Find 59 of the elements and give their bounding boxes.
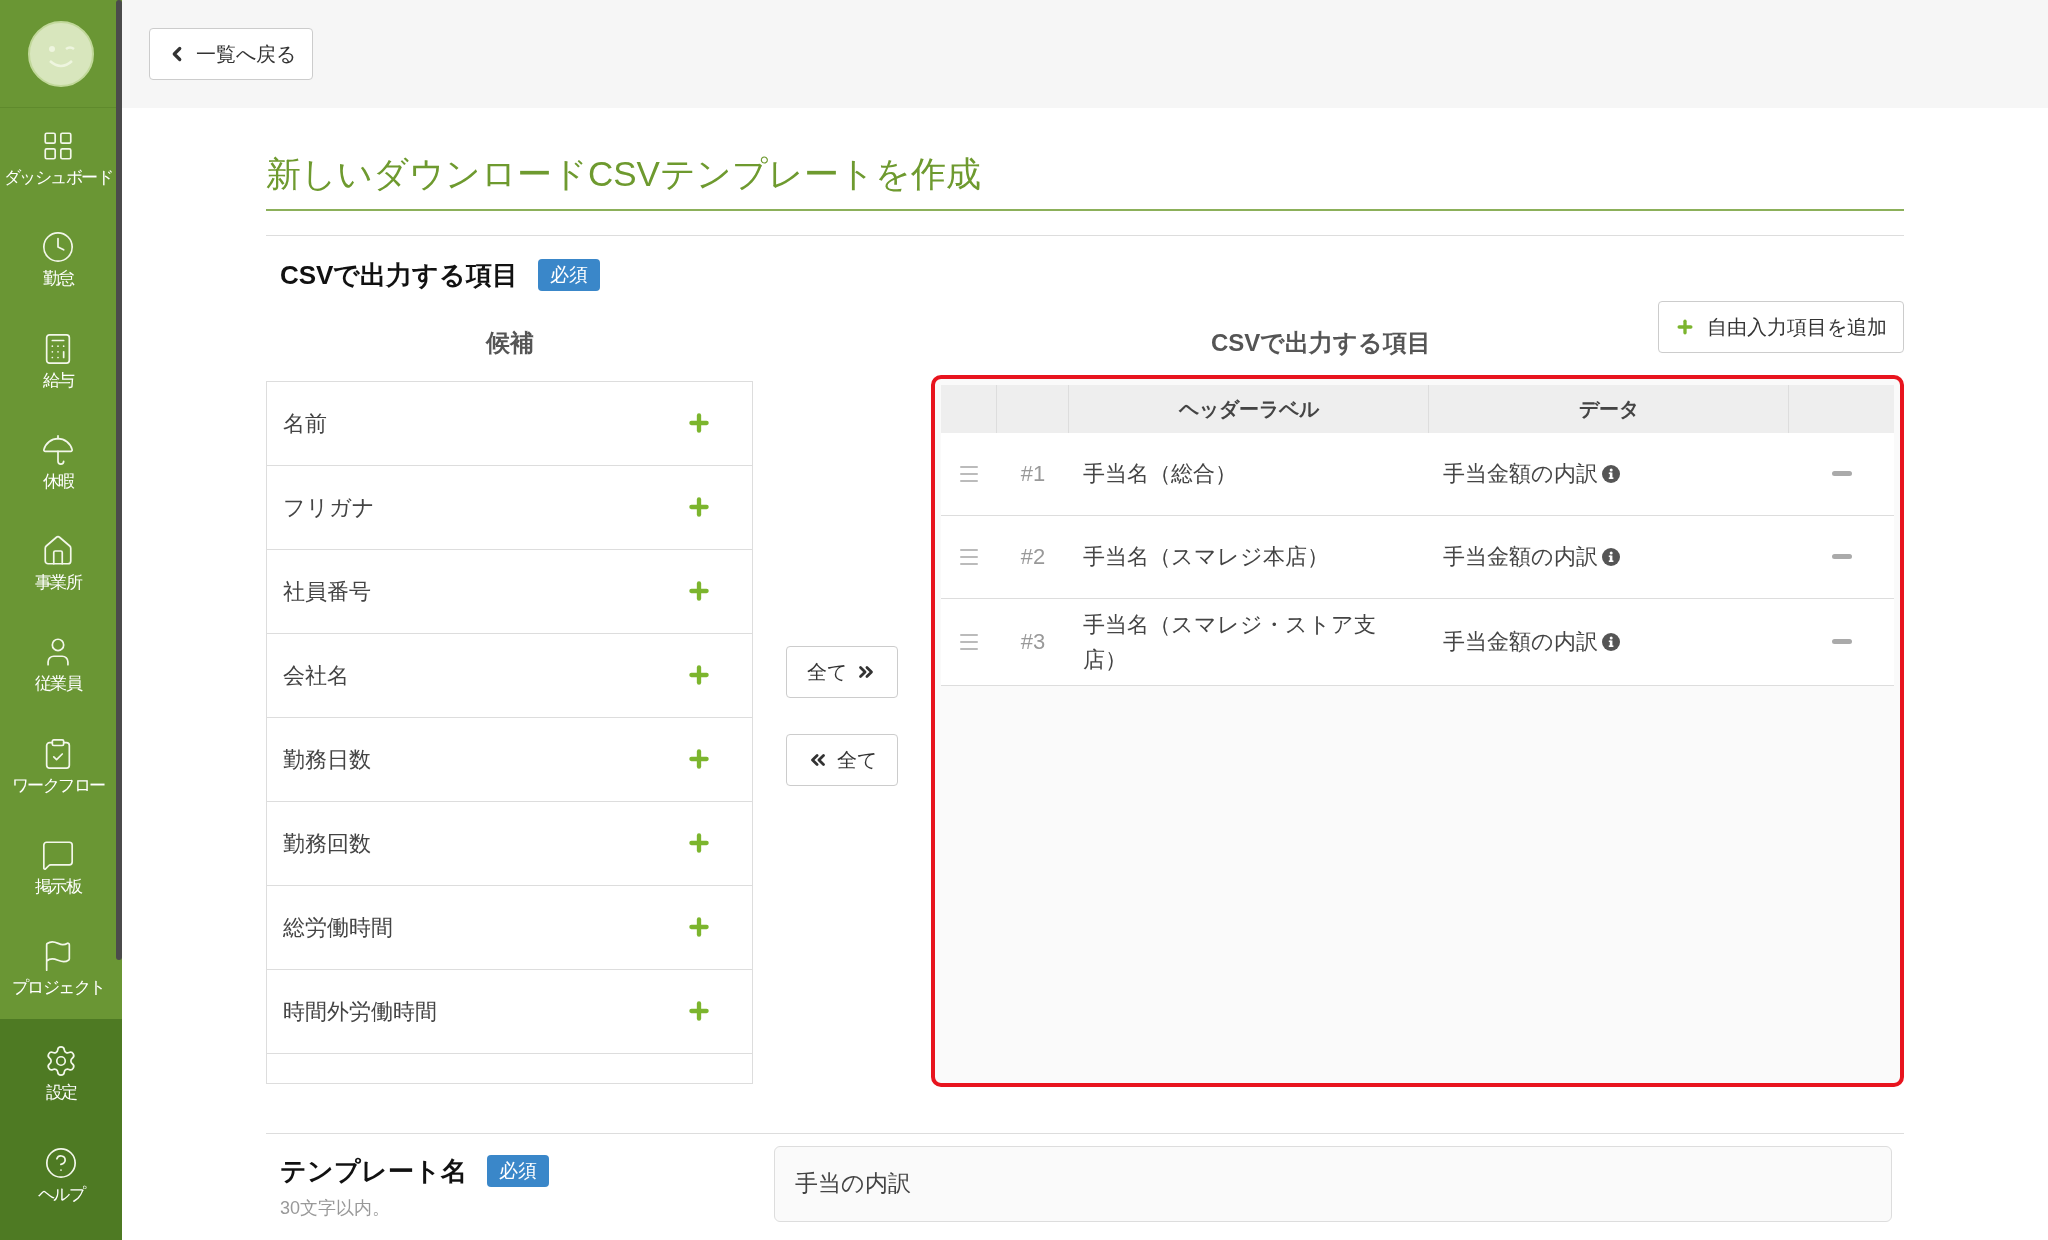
remove-icon[interactable] [1831, 639, 1852, 645]
section-heading: CSVで出力する項目 [280, 258, 519, 292]
sidebar-item[interactable]: ヘルプ [0, 1124, 122, 1226]
data-value: 手当金額の内訳 [1443, 543, 1598, 571]
remove-all-button[interactable]: 全て [786, 733, 898, 786]
plus-icon[interactable] [686, 998, 712, 1024]
info-icon [1602, 464, 1620, 483]
plus-icon[interactable] [686, 662, 712, 688]
column-header: ヘッダーラベル [1069, 384, 1429, 433]
data-value: 手当金額の内訳 [1443, 460, 1598, 488]
info-icon [1602, 632, 1620, 651]
data-value: 手当金額の内訳 [1443, 628, 1598, 657]
help-icon [44, 1145, 78, 1180]
candidates-heading: 候補 [484, 327, 535, 358]
umbrella-icon [41, 432, 75, 467]
row-number: #1 [1020, 460, 1046, 488]
header-label: 手当名（スマレジ本店） [1083, 543, 1329, 569]
output-row[interactable]: #2 手当名（スマレジ本店） 手当金額の内訳 [941, 515, 1894, 599]
row-number: #2 [1020, 543, 1046, 571]
add-custom-item-button[interactable]: 自由入力項目を追加 [1658, 300, 1904, 353]
field-hint: 30文字以内。 [280, 1196, 392, 1220]
back-button[interactable]: 一覧へ戻る [149, 28, 313, 80]
output-row[interactable]: #1 手当名（総合） 手当金額の内訳 [941, 432, 1894, 516]
sidebar-item[interactable]: 設定 [0, 1023, 122, 1125]
header-label: 手当名（総合） [1083, 460, 1237, 486]
required-badge: 必須 [487, 1154, 549, 1188]
plus-icon[interactable] [686, 410, 712, 436]
remove-icon[interactable] [1831, 554, 1852, 559]
required-badge: 必須 [538, 258, 601, 292]
settings-icon [44, 1044, 78, 1079]
candidate-item[interactable]: 名前 [267, 381, 752, 466]
output-row[interactable]: #3 手当名（スマレジ・ストア支店） 手当金額の内訳 [941, 598, 1894, 686]
logo-icon [28, 20, 94, 87]
plus-icon[interactable] [686, 494, 712, 520]
page-title: 新しいダウンロードCSVテンプレートを作成 [266, 148, 1904, 211]
remove-icon[interactable] [1831, 471, 1852, 476]
grid-icon [41, 129, 75, 163]
plus-icon[interactable] [686, 746, 712, 772]
candidate-item[interactable]: 社員番号 [267, 549, 752, 634]
candidate-item[interactable]: 総労働時間 [267, 885, 752, 970]
house-icon [41, 534, 75, 568]
candidate-item[interactable]: フリガナ [267, 465, 752, 550]
plus-icon[interactable] [686, 914, 712, 940]
candidate-item[interactable]: 勤務回数 [267, 801, 752, 886]
add-all-button[interactable]: 全て [786, 645, 898, 698]
candidate-item[interactable]: 会社名 [267, 633, 752, 718]
header-label: 手当名（スマレジ・ストア支店） [1083, 611, 1376, 672]
info-icon [1602, 547, 1620, 566]
scrollbar[interactable] [116, 0, 122, 960]
column-header: データ [1429, 384, 1789, 433]
plus-icon[interactable] [686, 830, 712, 856]
plus-icon[interactable] [686, 578, 712, 604]
row-number: #3 [1020, 628, 1046, 657]
template-name-field[interactable]: 手当の内訳 [774, 1145, 1892, 1222]
output-heading: CSVで出力する項目 [1211, 327, 1432, 358]
candidate-item[interactable]: 勤務日数 [267, 717, 752, 802]
candidate-item[interactable]: 時間外労働時間 [267, 969, 752, 1054]
field-label: テンプレート名 [280, 1154, 467, 1188]
clock-icon [41, 230, 75, 265]
